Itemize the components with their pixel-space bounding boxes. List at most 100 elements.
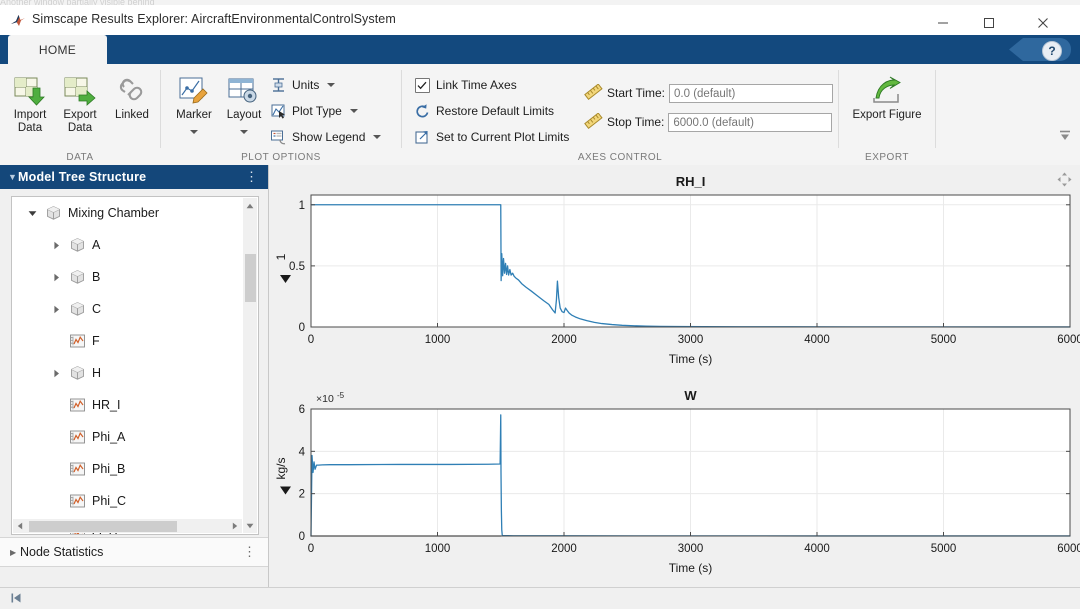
ruler-icon	[584, 111, 603, 132]
maximize-button[interactable]	[966, 10, 1012, 35]
help-button[interactable]: ?	[1009, 38, 1071, 61]
collapse-ribbon-icon[interactable]	[1056, 127, 1074, 145]
minimize-button[interactable]	[920, 10, 966, 35]
chart-xlabel: Time (s)	[669, 352, 713, 366]
window-title: Simscape Results Explorer: AircraftEnvir…	[32, 12, 396, 26]
restore-default-limits-label: Restore Default Limits	[436, 104, 555, 118]
marker-icon	[168, 72, 220, 106]
export-figure-icon	[848, 72, 926, 106]
stop-time-input[interactable]: 6000.0 (default)	[668, 112, 833, 132]
chart-ylabel: 1	[274, 253, 288, 260]
layout-caret-icon[interactable]	[240, 130, 248, 134]
chart-xtick-label: 5000	[931, 543, 957, 555]
kebab-menu-icon[interactable]: ⋮	[243, 544, 256, 559]
scroll-left-icon[interactable]	[13, 519, 27, 533]
layout-button[interactable]: Layout	[218, 68, 270, 144]
chart-xlabel: Time (s)	[669, 561, 713, 575]
plot-type-menu[interactable]: Plot Type	[268, 100, 358, 122]
show-legend-menu[interactable]: Show Legend	[268, 126, 382, 148]
signal-plot-icon	[68, 461, 87, 478]
chart-title: RH_I	[676, 174, 706, 189]
model-tree-header[interactable]: ▼ Model Tree Structure ⋮	[0, 165, 268, 189]
chart-ylabel: kg/s	[274, 457, 288, 479]
restore-default-limits-button[interactable]: Restore Default Limits	[412, 100, 554, 122]
marker-caret-icon[interactable]	[190, 130, 198, 134]
chart-xtick-label: 3000	[678, 543, 704, 555]
close-button[interactable]	[1020, 10, 1066, 35]
tree-item[interactable]: Phi_B	[12, 453, 241, 485]
set-to-current-plot-limits-button[interactable]: Set to Current Plot Limits	[412, 126, 569, 148]
start-time-input[interactable]: 0.0 (default)	[669, 83, 834, 103]
tree-item-label: B	[92, 270, 101, 284]
export-figure-button[interactable]: Export Figure	[848, 68, 926, 144]
ribbon-group-label-data: DATA	[66, 152, 94, 163]
tree-expander-none	[50, 495, 62, 507]
show-legend-caret-icon[interactable]	[373, 135, 382, 139]
plot-type-caret-icon[interactable]	[349, 109, 358, 113]
ribbon-group-label-export: EXPORT	[865, 152, 909, 163]
chart-ytick-label: 0	[299, 322, 305, 334]
tree-scroll-thumb[interactable]	[245, 254, 256, 302]
model-tree[interactable]: Mixing ChamberABCFHHR_IPhi_APhi_BPhi_CQ_…	[11, 196, 259, 535]
link-time-axes-checkbox[interactable]: Link Time Axes	[412, 74, 517, 96]
svg-text:-5: -5	[337, 391, 345, 400]
scroll-right-icon[interactable]	[228, 519, 242, 533]
restore-limits-icon	[412, 102, 432, 120]
linked-label-1: Linked	[115, 109, 149, 121]
tree-horizontal-scrollbar[interactable]	[13, 519, 242, 533]
tree-item-label: Phi_A	[92, 430, 126, 444]
checkbox-checked-icon	[412, 76, 432, 94]
tree-expander-collapsed-icon[interactable]	[50, 239, 62, 251]
kebab-menu-icon[interactable]: ⋮	[245, 169, 258, 184]
tree-item[interactable]: B	[12, 261, 241, 293]
marker-button[interactable]: Marker	[168, 68, 220, 144]
tree-item[interactable]: Mixing Chamber	[12, 197, 241, 229]
application-window: Another window partially visible behind …	[0, 0, 1080, 609]
tree-item[interactable]: F	[12, 325, 241, 357]
chart-rh-i[interactable]: RH_I0 1000 2000 3000 4000 5000 600000.51Time (…	[269, 165, 1080, 379]
tree-item[interactable]: Phi_A	[12, 421, 241, 453]
tree-item[interactable]: H	[12, 357, 241, 389]
tree-item[interactable]: HR_I	[12, 389, 241, 421]
tree-item-label: Phi_B	[92, 462, 126, 476]
import-data-button[interactable]: Import Data	[4, 68, 56, 144]
chart-xtick-label: 0	[308, 334, 314, 346]
node-statistics-panel[interactable]: ▶ Node Statistics ⋮	[0, 537, 268, 567]
tab-home[interactable]: HOME	[8, 35, 107, 64]
chart-ytick-label: 2	[299, 489, 305, 501]
scroll-up-icon[interactable]	[243, 198, 257, 213]
marker-label: Marker	[176, 109, 212, 121]
matlab-simulink-icon	[10, 13, 26, 28]
tree-expander-expanded-icon[interactable]	[26, 207, 38, 219]
link-time-axes-label: Link Time Axes	[436, 78, 517, 92]
chart-ytick-label: 4	[299, 446, 306, 458]
linked-button[interactable]: Linked	[106, 68, 158, 144]
tree-hscroll-thumb[interactable]	[29, 521, 177, 532]
scroll-down-icon[interactable]	[243, 518, 257, 533]
tree-expander-none	[50, 431, 62, 443]
tree-expander-collapsed-icon[interactable]	[50, 367, 62, 379]
tab-strip: HOME ?	[0, 35, 1080, 64]
units-menu[interactable]: Units	[268, 74, 336, 96]
panel-collapse-caret-icon[interactable]: ▼	[8, 172, 18, 182]
chart-w[interactable]: W ×10 -5 0 1000 2000 3000 4000 5000 6000 0 2 4 6 Time …	[269, 379, 1080, 588]
export-data-button[interactable]: Export Data	[54, 68, 106, 144]
tree-expander-none	[50, 335, 62, 347]
node-block-icon	[68, 301, 87, 318]
tree-expander-collapsed-icon[interactable]	[50, 303, 62, 315]
node-statistics-caret-icon[interactable]: ▶	[10, 548, 20, 557]
expand-plots-icon[interactable]	[1055, 170, 1073, 188]
tree-item[interactable]: C	[12, 293, 241, 325]
signal-plot-icon	[68, 493, 87, 510]
units-caret-icon[interactable]	[327, 83, 336, 87]
model-tree-panel: ▼ Model Tree Structure ⋮ Mixing Chamber A…	[0, 165, 269, 588]
link-icon	[106, 72, 158, 106]
tab-home-label: HOME	[38, 42, 77, 57]
tree-item[interactable]: Phi_C	[12, 485, 241, 517]
chart-ytick-label: 1	[299, 200, 305, 212]
tree-expander-collapsed-icon[interactable]	[50, 271, 62, 283]
step-back-icon[interactable]	[8, 590, 24, 606]
tree-vertical-scrollbar[interactable]	[243, 198, 257, 533]
tree-expander-none	[50, 463, 62, 475]
tree-item[interactable]: A	[12, 229, 241, 261]
